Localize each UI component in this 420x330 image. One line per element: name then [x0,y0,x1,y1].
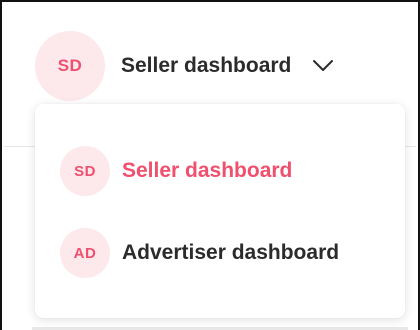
seller-dashboard-avatar: SD [60,146,110,196]
menu-item-label: Seller dashboard [122,159,293,182]
menu-item-advertiser-dashboard[interactable]: AD Advertiser dashboard [60,228,339,278]
menu-item-seller-dashboard[interactable]: SD Seller dashboard [60,146,292,196]
dashboard-switcher-label: Seller dashboard [121,54,292,77]
menu-item-label: Advertiser dashboard [122,241,340,264]
advertiser-dashboard-avatar: AD [60,228,110,278]
window-frame: SD Seller dashboard SD Seller dashboard … [0,0,420,330]
chevron-down-icon[interactable] [311,54,335,78]
dashboard-dropdown-menu: SD Seller dashboard AD Advertiser dashbo… [35,104,405,318]
dashboard-switcher-button[interactable]: SD Seller dashboard [35,31,335,101]
dashboard-avatar: SD [35,31,105,101]
